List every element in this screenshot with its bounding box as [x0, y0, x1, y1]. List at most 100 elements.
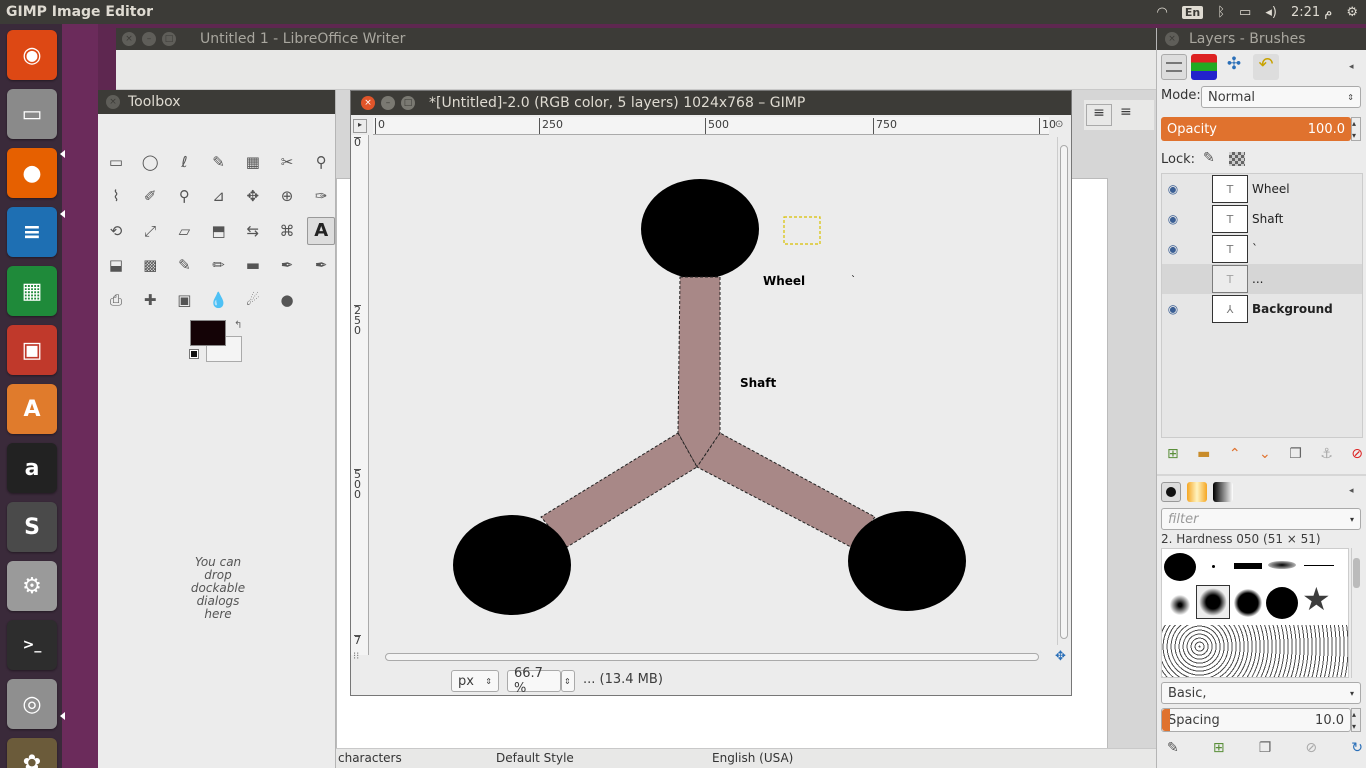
brush-hardness-100[interactable] [1164, 553, 1196, 581]
color-picker-tool-icon[interactable]: ✐ [136, 182, 164, 210]
gimp-icon[interactable]: ✿ [7, 738, 57, 768]
paintbrush-tool-icon[interactable]: ✏ [205, 251, 233, 279]
duplicate-brush-icon[interactable]: ❐ [1259, 740, 1272, 756]
brush-splatter-row[interactable] [1162, 625, 1348, 677]
paths-tool-icon[interactable]: ⌇ [102, 182, 130, 210]
ellipse-select-tool-icon[interactable]: ◯ [136, 148, 164, 176]
zoom-fit-icon[interactable]: ⊙ [1055, 119, 1069, 133]
brush-hardness-100-large[interactable] [1266, 587, 1298, 619]
shear-tool-icon[interactable]: ▱ [170, 217, 198, 245]
swap-colors-icon[interactable]: ↰ [234, 320, 242, 331]
menu-arrow-icon[interactable]: ▸ [353, 119, 367, 133]
anchor-layer-icon[interactable]: ⚓ [1320, 446, 1333, 462]
measure-tool-icon[interactable]: ⊿ [205, 182, 233, 210]
horizontal-scrollbar[interactable] [371, 649, 1055, 665]
crop-tool-icon[interactable]: ✑ [307, 182, 335, 210]
brush-scrollbar[interactable] [1351, 548, 1361, 678]
cage-transform-tool-icon[interactable]: ⌘ [273, 217, 301, 245]
zoom-tool-icon[interactable]: ⚲ [170, 182, 198, 210]
delete-brush-icon[interactable]: ⊘ [1305, 740, 1317, 756]
terminal-icon[interactable]: >_ [7, 620, 57, 670]
new-layer-icon[interactable]: ⊞ [1167, 446, 1179, 462]
mode-select[interactable]: Normal ⇕ [1201, 86, 1361, 108]
fuzzy-select-tool-icon[interactable]: ✎ [205, 148, 233, 176]
edit-brush-icon[interactable]: ✎ [1167, 740, 1179, 756]
dock-menu-icon-2[interactable]: ◂ [1349, 486, 1354, 496]
eye-icon[interactable]: ◉ [1162, 242, 1184, 256]
zoom-stepper[interactable]: ⇕ [561, 670, 575, 692]
camera-icon[interactable]: ◎ [7, 679, 57, 729]
lock-alpha-icon[interactable] [1229, 152, 1245, 166]
unit-select[interactable]: px ⇕ [451, 670, 499, 692]
gradients-tab-icon[interactable] [1213, 482, 1233, 502]
new-layer-group-icon[interactable]: ▬ [1197, 446, 1210, 462]
channels-tab-icon[interactable] [1191, 54, 1217, 80]
brush-hardness-025[interactable] [1168, 593, 1192, 617]
impress-icon[interactable]: ▣ [7, 325, 57, 375]
foreground-color-swatch[interactable] [190, 320, 226, 346]
gear-icon[interactable]: ⚙ [1346, 5, 1358, 20]
layer-row[interactable]: ◉ T Wheel [1162, 174, 1362, 204]
spacing-slider[interactable]: Spacing 10.0 [1161, 708, 1351, 732]
zoom-input[interactable]: 66.7 % [507, 666, 561, 696]
battery-icon[interactable]: ▭ [1239, 5, 1251, 20]
settings-icon[interactable]: ⚙ [7, 561, 57, 611]
opacity-slider[interactable]: Opacity 100.0 [1161, 117, 1351, 141]
rect-select-tool-icon[interactable]: ▭ [102, 148, 130, 176]
smudge-tool-icon[interactable]: ☄ [239, 286, 267, 314]
refresh-brushes-icon[interactable]: ↻ [1351, 740, 1363, 756]
text-tool-icon[interactable]: A [307, 216, 336, 245]
default-colors-icon[interactable] [189, 349, 199, 359]
vertical-scrollbar[interactable] [1057, 137, 1069, 645]
writer-icon[interactable]: ≡ [7, 207, 57, 257]
calc-icon[interactable]: ▦ [7, 266, 57, 316]
brush-block[interactable] [1234, 563, 1262, 569]
brush-hardness-075[interactable] [1234, 589, 1262, 617]
maximize-icon[interactable]: □ [162, 32, 176, 46]
brush-soft-ellipse[interactable] [1268, 561, 1296, 569]
close-icon[interactable]: × [361, 96, 375, 110]
eye-icon[interactable]: ◉ [1162, 182, 1184, 196]
layer-row[interactable]: ◉ T Shaft [1162, 204, 1362, 234]
spacing-stepper[interactable]: ▴ ▾ [1351, 708, 1361, 732]
perspective-tool-icon[interactable]: ⬒ [205, 217, 233, 245]
pencil-tool-icon[interactable]: ✎ [170, 251, 198, 279]
undo-history-tab-icon[interactable]: ↶ [1253, 54, 1279, 80]
layers-tab-icon[interactable] [1161, 54, 1187, 80]
eye-icon[interactable]: ◉ [1162, 302, 1184, 316]
scale-tool-icon[interactable]: ⤢ [136, 217, 164, 245]
align-center-icon[interactable]: ≡ [1120, 104, 1132, 120]
volume-icon[interactable]: ◂) [1265, 5, 1277, 20]
ubuntu-icon[interactable]: ◉ [7, 30, 57, 80]
lower-layer-icon[interactable]: ⌄ [1259, 446, 1271, 462]
brushes-tab-icon[interactable] [1161, 482, 1181, 502]
brush-filter-input[interactable]: filter ▾ [1161, 508, 1361, 530]
opacity-stepper[interactable]: ▴ ▾ [1351, 117, 1361, 141]
heal-tool-icon[interactable]: ✚ [136, 286, 164, 314]
maximize-icon[interactable]: □ [401, 96, 415, 110]
keyboard-layout-indicator[interactable]: En [1181, 5, 1204, 19]
airbrush-tool-icon[interactable]: ✒ [273, 251, 301, 279]
clone-tool-icon[interactable]: ⎙ [102, 286, 130, 314]
free-select-tool-icon[interactable]: ℓ [170, 148, 198, 176]
dock-separator[interactable] [1157, 474, 1366, 476]
text-box-outline[interactable] [783, 216, 821, 245]
amazon-icon[interactable]: a [7, 443, 57, 493]
eye-icon[interactable]: ◉ [1162, 212, 1184, 226]
image-canvas[interactable]: Wheel Shaft ` [371, 137, 1054, 645]
move-tool-icon[interactable]: ✥ [239, 182, 267, 210]
brush-line[interactable] [1304, 565, 1334, 566]
layer-row[interactable]: T... [1162, 264, 1362, 294]
bucket-fill-tool-icon[interactable]: ⬓ [102, 251, 130, 279]
eraser-tool-icon[interactable]: ▬ [239, 251, 267, 279]
ink-tool-icon[interactable]: ✒ [307, 251, 335, 279]
layer-row[interactable]: ◉ T ` [1162, 234, 1362, 264]
minimize-icon[interactable]: – [381, 96, 395, 110]
brush-grid[interactable]: ★ [1161, 548, 1349, 678]
new-brush-icon[interactable]: ⊞ [1213, 740, 1225, 756]
color-select-tool-icon[interactable]: ▦ [239, 148, 267, 176]
brush-pixel[interactable] [1212, 565, 1215, 568]
wifi-icon[interactable]: ◠ [1157, 5, 1168, 20]
patterns-tab-icon[interactable] [1187, 482, 1207, 502]
close-icon[interactable]: × [122, 32, 136, 46]
